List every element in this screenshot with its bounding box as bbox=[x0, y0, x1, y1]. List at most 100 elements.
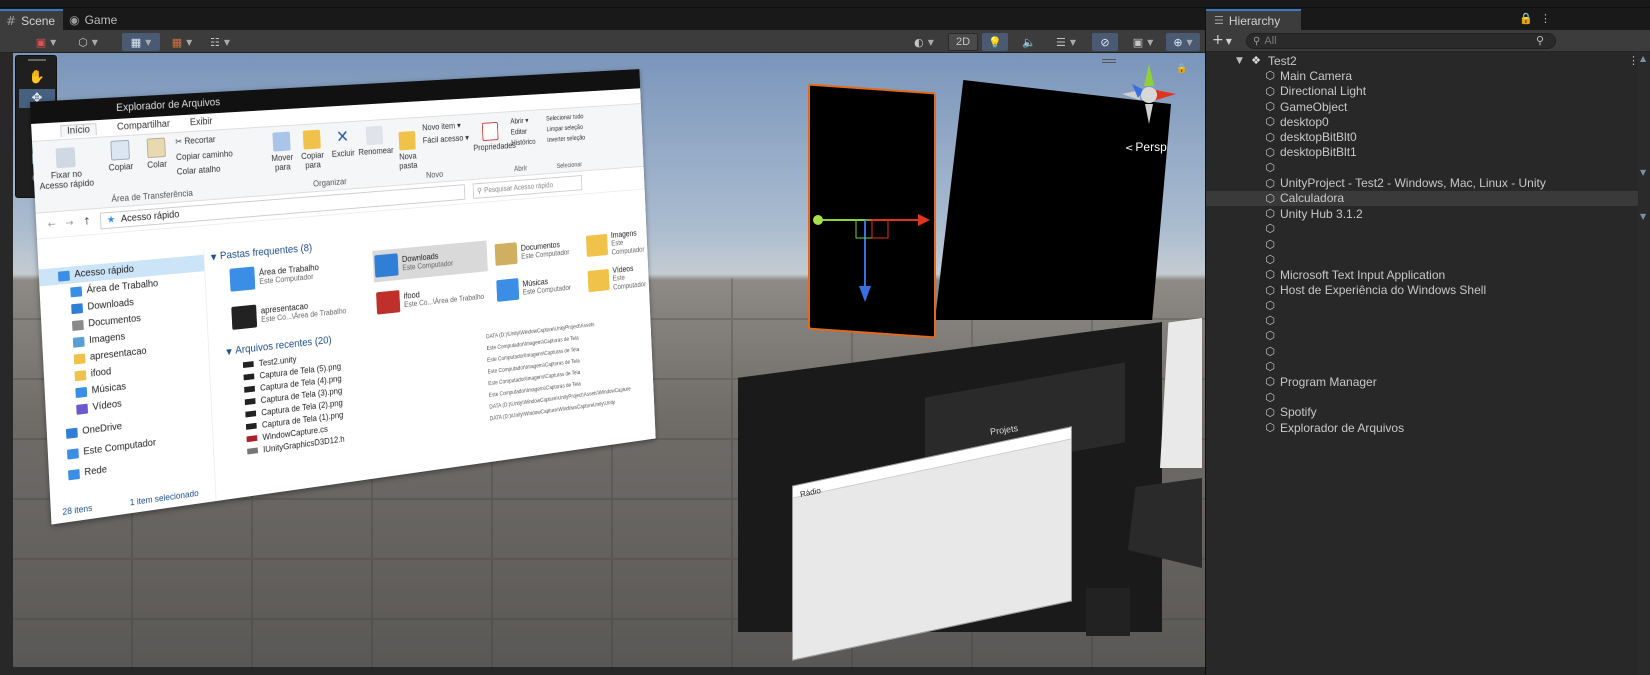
explorer-tab-inicio[interactable]: Início bbox=[60, 122, 97, 137]
y-axis-end-icon[interactable] bbox=[813, 215, 823, 225]
hierarchy-item[interactable]: ⬡ Host de Experiência do Windows Shell bbox=[1206, 282, 1650, 297]
render-mode-dropdown[interactable]: ◐ ▼ bbox=[905, 33, 943, 51]
gizmos-dropdown[interactable]: ⊕ ▼ bbox=[1166, 33, 1200, 51]
frequent-folder-item[interactable]: ifood Este Co...\Área de Trabalho bbox=[374, 277, 489, 320]
hierarchy-item[interactable]: ⬡ Calculadora bbox=[1206, 190, 1650, 206]
hierarchy-item[interactable]: ⬡ desktopBitBlt1 bbox=[1206, 145, 1650, 160]
add-object-button[interactable]: + ▼ bbox=[1212, 32, 1232, 48]
move-to-button[interactable]: Mover para bbox=[267, 131, 297, 173]
hierarchy-item[interactable]: ⬡ Directional Light bbox=[1206, 84, 1650, 99]
lock-icon[interactable]: 🔒 bbox=[1176, 64, 1187, 74]
delete-button[interactable]: ✕ Excluir bbox=[328, 127, 357, 159]
back-arrow-icon[interactable]: ← bbox=[48, 219, 57, 231]
hierarchy-search-input[interactable]: ⚲ All bbox=[1246, 33, 1556, 49]
tab-scene[interactable]: # Scene bbox=[0, 9, 64, 30]
invert-selection-button[interactable]: Inverter seleção bbox=[547, 134, 586, 146]
hierarchy-item[interactable]: ⬡ Microsoft Text Input Application bbox=[1206, 267, 1650, 282]
snap-increment-dropdown[interactable]: ▦ ▼ bbox=[164, 33, 200, 51]
scene-root-row[interactable]: ▼ ❖ Test2 ⋮ bbox=[1206, 53, 1650, 68]
hierarchy-item[interactable]: ⬡ bbox=[1206, 359, 1650, 374]
plane-handle[interactable] bbox=[871, 219, 889, 239]
copy-path-button[interactable]: Copiar caminho bbox=[176, 149, 233, 162]
history-button[interactable]: Histórico bbox=[511, 137, 536, 148]
center-cube-icon[interactable] bbox=[1141, 87, 1157, 103]
camera-dropdown[interactable]: ▣ ▼ bbox=[1124, 33, 1162, 51]
new-folder-button[interactable]: Nova pasta bbox=[395, 130, 420, 171]
visibility-toggle-icon[interactable]: ⊘ bbox=[1092, 33, 1118, 51]
hierarchy-item[interactable]: ⬡ Main Camera bbox=[1206, 68, 1650, 83]
select-all-button[interactable]: Selecionar tudo bbox=[546, 113, 584, 124]
pin-quick-access-button[interactable]: Fixar no Acesso rápido bbox=[36, 146, 95, 192]
move-gizmo[interactable] bbox=[800, 200, 940, 310]
side-quad-dark-small[interactable] bbox=[1086, 588, 1130, 636]
open-button[interactable]: Abrir ▾ bbox=[510, 116, 529, 126]
hierarchy-item[interactable]: ⬡ UnityProject - Test2 - Windows, Mac, Li… bbox=[1206, 175, 1650, 190]
explorer-tab-exibir[interactable]: Exibir bbox=[190, 116, 213, 128]
hand-tool-icon[interactable]: ✋ bbox=[19, 68, 55, 87]
neg-y-cone-icon[interactable] bbox=[1145, 104, 1153, 124]
hierarchy-item[interactable]: ⬡ bbox=[1206, 390, 1650, 405]
frequent-folder-item[interactable]: Vídeos Este Computador bbox=[586, 260, 654, 297]
hierarchy-item[interactable]: ⬡ bbox=[1206, 328, 1650, 343]
search-filter-icon[interactable]: ⚲ bbox=[1536, 34, 1544, 47]
grid-snap-toggle[interactable]: ▦ ▼ bbox=[122, 33, 160, 51]
easy-access-button[interactable]: Fácil acesso ▾ bbox=[423, 133, 470, 145]
projection-toggle[interactable]: < Persp bbox=[1125, 140, 1167, 154]
2d-toggle[interactable]: 2D bbox=[948, 33, 978, 51]
x-cone-icon[interactable] bbox=[1156, 90, 1176, 100]
paste-button[interactable]: Colar bbox=[140, 137, 173, 170]
orientation-gizmo[interactable] bbox=[1118, 60, 1180, 130]
frequent-folder-item[interactable]: Documentos Este Computador bbox=[493, 232, 580, 270]
ruler-dropdown[interactable]: ☷ ▼ bbox=[202, 33, 238, 51]
chevron-down-icon[interactable]: ▼ bbox=[1236, 56, 1248, 66]
folder-icon bbox=[73, 352, 86, 365]
copy-button[interactable]: Copiar bbox=[103, 139, 138, 173]
hierarchy-item[interactable]: ⬡ Spotify bbox=[1206, 405, 1650, 420]
hierarchy-item-label: Explorador de Arquivos bbox=[1280, 420, 1405, 435]
paste-shortcut-button[interactable]: Colar atalho bbox=[176, 164, 220, 177]
new-item-button[interactable]: Novo item ▾ bbox=[422, 121, 461, 133]
tab-game[interactable]: ◉ Game bbox=[63, 9, 125, 30]
search-icon: ⚲ bbox=[1253, 35, 1261, 47]
shading-dropdown[interactable]: ⬡ ▼ bbox=[70, 33, 106, 51]
hierarchy-scrollbar[interactable]: ▲ ▼ ▼ bbox=[1638, 52, 1650, 675]
properties-button[interactable]: Propriedades bbox=[472, 121, 516, 153]
hierarchy-item[interactable]: ⬡ bbox=[1206, 237, 1650, 252]
z-axis-arrow-icon[interactable] bbox=[859, 286, 871, 302]
frequent-folder-item[interactable]: Imagens Este Computador bbox=[584, 225, 653, 261]
forward-arrow-icon[interactable]: → bbox=[65, 218, 74, 230]
hierarchy-item[interactable]: ⬡ Program Manager bbox=[1206, 374, 1650, 389]
hierarchy-item[interactable]: ⬡ bbox=[1206, 298, 1650, 313]
x-axis-arrow-icon[interactable] bbox=[918, 214, 930, 226]
frequent-folder-item[interactable]: Músicas Este Computador bbox=[494, 267, 581, 306]
rename-button[interactable]: Renomear bbox=[357, 125, 394, 157]
more-menu-icon[interactable]: ⋮ bbox=[1540, 12, 1551, 25]
hierarchy-item[interactable]: ⬡ bbox=[1206, 252, 1650, 267]
copy-to-button[interactable]: Copiar para bbox=[298, 129, 327, 170]
group-select-label: Selecionar bbox=[556, 161, 583, 170]
cut-button[interactable]: ✂ Recortar bbox=[175, 134, 216, 147]
drag-handle[interactable] bbox=[28, 59, 46, 61]
lock-icon[interactable]: 🔒 bbox=[1519, 12, 1533, 25]
hierarchy-item[interactable]: ⬡ bbox=[1206, 344, 1650, 359]
hierarchy-item[interactable]: ⬡ bbox=[1206, 221, 1650, 236]
effects-dropdown[interactable]: ☰ ▼ bbox=[1046, 33, 1086, 51]
explorer-tab-compartilhar[interactable]: Compartilhar bbox=[117, 119, 170, 133]
up-arrow-icon[interactable]: ↑ bbox=[83, 216, 91, 227]
draw-mode-dropdown[interactable]: ▣ ▼ bbox=[28, 33, 64, 51]
audio-toggle-icon[interactable]: 🔈 bbox=[1016, 33, 1042, 51]
tab-hierarchy[interactable]: ☰ Hierarchy bbox=[1206, 9, 1301, 30]
hierarchy-item[interactable]: ⬡ bbox=[1206, 313, 1650, 328]
hierarchy-item[interactable]: ⬡ Unity Hub 3.1.2 bbox=[1206, 206, 1650, 221]
lighting-toggle-icon[interactable]: 💡 bbox=[982, 33, 1008, 51]
frequent-folder-item[interactable]: apresentacao Este Co...\Área de Trabalho bbox=[229, 289, 369, 335]
select-none-button[interactable]: Limpar seleção bbox=[546, 124, 583, 135]
gizmo-menu-icon[interactable] bbox=[1102, 59, 1116, 63]
hierarchy-item[interactable]: ⬡ bbox=[1206, 160, 1650, 175]
hierarchy-item[interactable]: ⬡ Explorador de Arquivos bbox=[1206, 420, 1650, 435]
hierarchy-item[interactable]: ⬡ desktop0 bbox=[1206, 114, 1650, 129]
y-cone-icon[interactable] bbox=[1144, 64, 1154, 86]
edit-button[interactable]: Editar bbox=[511, 127, 528, 137]
hierarchy-item[interactable]: ⬡ GameObject bbox=[1206, 99, 1650, 114]
hierarchy-item[interactable]: ⬡ desktopBitBlt0 bbox=[1206, 129, 1650, 144]
